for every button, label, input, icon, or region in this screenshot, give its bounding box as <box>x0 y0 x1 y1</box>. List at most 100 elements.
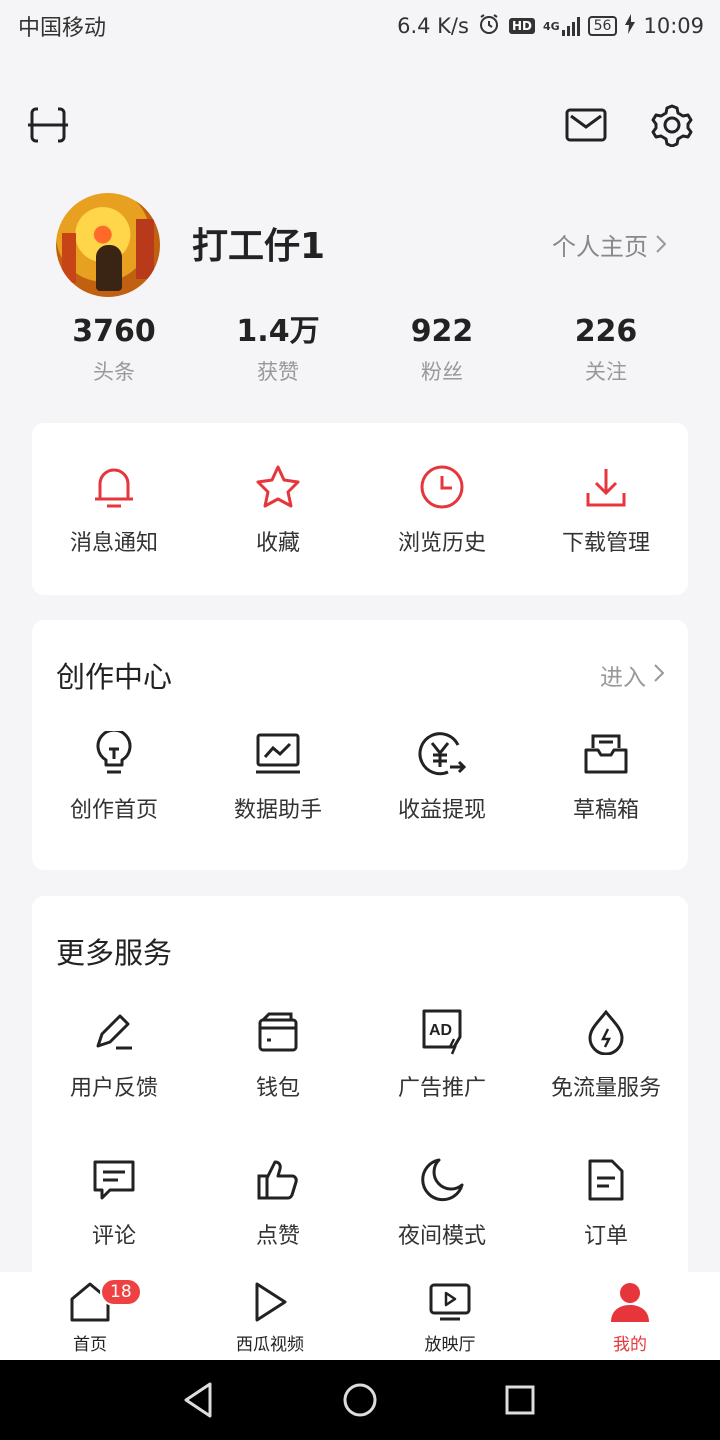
wallet-icon <box>252 1006 304 1058</box>
top-action-bar <box>0 95 720 155</box>
stat-followers[interactable]: 922 粉丝 <box>360 310 524 400</box>
draft-box-icon <box>580 728 632 780</box>
comments-button[interactable]: 评论 <box>32 1154 196 1250</box>
drafts-label: 草稿箱 <box>572 798 639 823</box>
favorites-label: 收藏 <box>255 531 300 556</box>
profile-stats: 3760 头条 1.4万 获赞 922 粉丝 226 关注 <box>32 310 688 400</box>
tab-xigua-video-label: 西瓜视频 <box>236 1335 304 1355</box>
tab-theater-label: 放映厅 <box>424 1335 476 1355</box>
tab-theater[interactable]: 放映厅 <box>360 1272 540 1360</box>
creation-home-button[interactable]: 创作首页 <box>32 728 196 824</box>
stat-label: 头条 <box>93 360 135 384</box>
data-free-service-button[interactable]: 免流量服务 <box>524 1006 688 1102</box>
downloads-label: 下载管理 <box>561 531 650 556</box>
scan-icon[interactable] <box>24 101 72 149</box>
network-speed: 6.4 K/s <box>397 14 469 38</box>
order-document-icon <box>580 1154 632 1206</box>
moon-icon <box>416 1154 468 1206</box>
feedback-label: 用户反馈 <box>69 1076 158 1101</box>
creation-center-card: 创作中心 进入 创作首页 数据助手 收益提现 草稿箱 <box>32 620 688 870</box>
night-mode-label: 夜间模式 <box>397 1224 486 1249</box>
earnings-withdraw-label: 收益提现 <box>397 798 486 823</box>
tab-home-label: 首页 <box>73 1335 107 1355</box>
charging-icon <box>625 13 636 39</box>
comment-icon <box>88 1154 140 1206</box>
tab-mine-label: 我的 <box>613 1335 647 1355</box>
ad-promotion-button[interactable]: AD 广告推广 <box>360 1006 524 1102</box>
stat-value: 226 <box>574 314 638 349</box>
clock-time: 10:09 <box>643 14 704 38</box>
unread-badge: 18 <box>100 1278 142 1306</box>
signal-type: 4G <box>542 19 560 33</box>
history-button[interactable]: 浏览历史 <box>360 461 524 557</box>
creation-home-label: 创作首页 <box>69 798 158 823</box>
comments-label: 评论 <box>91 1224 136 1249</box>
stat-label: 关注 <box>585 360 627 384</box>
username: 打工仔1 <box>192 226 326 267</box>
homepage-link-label: 个人主页 <box>552 233 648 261</box>
avatar[interactable] <box>56 193 160 297</box>
profile-header: 打工仔1 个人主页 <box>0 193 720 303</box>
wallet-label: 钱包 <box>255 1076 300 1101</box>
downloads-button[interactable]: 下载管理 <box>524 461 688 557</box>
status-bar: 中国移动 6.4 K/s HD 4G 56 10:09 <box>0 0 720 52</box>
stat-value: 1.4万 <box>236 314 320 349</box>
data-assistant-label: 数据助手 <box>233 798 322 823</box>
creation-center-title: 创作中心 <box>56 660 173 694</box>
earnings-withdraw-button[interactable]: 收益提现 <box>360 728 524 824</box>
stat-label: 获赞 <box>257 360 299 384</box>
svg-text:AD: AD <box>429 1022 452 1039</box>
ad-icon: AD <box>416 1006 468 1058</box>
back-triangle-icon[interactable] <box>180 1380 220 1420</box>
carrier-name: 中国移动 <box>18 16 107 41</box>
alarm-icon <box>477 12 501 41</box>
data-assistant-button[interactable]: 数据助手 <box>196 728 360 824</box>
tab-mine[interactable]: 我的 <box>540 1272 720 1360</box>
tab-home[interactable]: 首页 18 <box>0 1272 180 1360</box>
stat-value: 922 <box>410 314 474 349</box>
person-icon <box>608 1280 652 1324</box>
creation-center-enter-link[interactable]: 进入 <box>600 658 665 692</box>
stat-following[interactable]: 226 关注 <box>524 310 688 400</box>
mail-icon[interactable] <box>562 101 610 149</box>
notifications-button[interactable]: 消息通知 <box>32 461 196 557</box>
bottom-tab-bar: 首页 18 西瓜视频 放映厅 我的 <box>0 1272 720 1360</box>
hd-icon: HD <box>508 18 535 34</box>
enter-label: 进入 <box>600 665 646 691</box>
data-drop-icon <box>580 1006 632 1058</box>
chevron-right-icon <box>654 662 665 688</box>
stat-value: 3760 <box>72 314 156 349</box>
drafts-button[interactable]: 草稿箱 <box>524 728 688 824</box>
thumbs-up-icon <box>252 1154 304 1206</box>
quick-actions-card: 消息通知 收藏 浏览历史 下载管理 <box>32 423 688 595</box>
download-icon <box>580 461 632 513</box>
stat-posts[interactable]: 3760 头条 <box>32 310 196 400</box>
yuan-withdraw-icon <box>416 728 468 780</box>
stat-likes[interactable]: 1.4万 获赞 <box>196 310 360 400</box>
orders-button[interactable]: 订单 <box>524 1154 688 1250</box>
star-icon <box>252 461 304 513</box>
feedback-button[interactable]: 用户反馈 <box>32 1006 196 1102</box>
tv-icon <box>428 1280 472 1324</box>
signal-icon: 4G <box>543 16 580 36</box>
play-icon <box>248 1280 292 1324</box>
night-mode-button[interactable]: 夜间模式 <box>360 1154 524 1250</box>
system-navigation-bar <box>0 1360 720 1440</box>
status-icons: 6.4 K/s HD 4G 56 10:09 <box>397 12 704 41</box>
tab-xigua-video[interactable]: 西瓜视频 <box>180 1272 360 1360</box>
favorites-button[interactable]: 收藏 <box>196 461 360 557</box>
pen-icon <box>88 1006 140 1058</box>
settings-gear-icon[interactable] <box>648 101 696 149</box>
wallet-button[interactable]: 钱包 <box>196 1006 360 1102</box>
personal-homepage-link[interactable]: 个人主页 <box>552 227 667 262</box>
history-label: 浏览历史 <box>397 531 486 556</box>
more-services-title: 更多服务 <box>56 936 173 970</box>
orders-label: 订单 <box>583 1224 628 1249</box>
notifications-label: 消息通知 <box>69 531 158 556</box>
ad-promotion-label: 广告推广 <box>397 1076 486 1101</box>
recent-apps-square-icon[interactable] <box>500 1380 540 1420</box>
likes-button[interactable]: 点赞 <box>196 1154 360 1250</box>
chevron-right-icon <box>656 231 667 259</box>
home-circle-icon[interactable] <box>340 1380 380 1420</box>
stat-label: 粉丝 <box>421 360 463 384</box>
